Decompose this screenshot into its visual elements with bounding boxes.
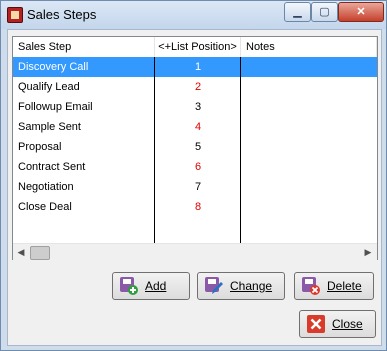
sales-step-cell: Sample Sent — [18, 121, 81, 133]
delete-button[interactable]: Delete — [294, 272, 374, 300]
minimize-icon: ▁ — [293, 6, 302, 18]
sales-step-cell: Followup Email — [18, 101, 93, 113]
sales-step-cell: Qualify Lead — [18, 81, 80, 93]
list-position-cell: 5 — [194, 141, 202, 153]
minimize-button[interactable]: ▁ — [284, 2, 311, 22]
list-item[interactable]: Negotiation 7 — [13, 177, 377, 197]
scroll-thumb[interactable] — [30, 246, 50, 260]
app-icon — [7, 7, 23, 23]
sales-steps-list[interactable]: Sales Step <+List Position> Notes Discov… — [12, 36, 378, 260]
list-position-cell: 4 — [194, 121, 202, 133]
scroll-right-icon[interactable]: ▶ — [362, 246, 374, 258]
column-divider — [154, 57, 155, 243]
list-position-cell: 8 — [194, 201, 202, 213]
list-item[interactable]: Followup Email 3 — [13, 97, 377, 117]
plus-icon — [120, 277, 138, 295]
column-header-sales-step[interactable]: Sales Step — [13, 37, 155, 57]
maximize-button[interactable]: ▢ — [311, 2, 338, 22]
list-item[interactable]: Qualify Lead 2 — [13, 77, 377, 97]
x-icon — [302, 277, 320, 295]
close-window-button[interactable]: ✕ — [338, 2, 384, 22]
close-button-label: Close — [332, 317, 363, 331]
dialog-body: Sales Step <+List Position> Notes Discov… — [7, 29, 382, 346]
list-position-cell: 1 — [194, 61, 202, 73]
sales-step-cell: Negotiation — [18, 181, 74, 193]
sales-step-cell: Discovery Call — [18, 61, 89, 73]
list-item[interactable]: Contract Sent 6 — [13, 157, 377, 177]
list-position-cell: 3 — [194, 101, 202, 113]
sales-step-cell: Contract Sent — [18, 161, 86, 173]
delete-button-label: Delete — [327, 279, 362, 293]
list-header: Sales Step <+List Position> Notes — [13, 37, 377, 58]
change-button[interactable]: Change — [197, 272, 285, 300]
column-divider — [240, 57, 241, 243]
sales-steps-window: Sales Steps ▁ ▢ ✕ Sales Step <+List Posi… — [0, 0, 387, 351]
close-x-icon — [307, 315, 325, 333]
title-bar: Sales Steps ▁ ▢ ✕ — [1, 1, 386, 29]
change-button-label: Change — [230, 279, 273, 293]
sales-step-cell: Proposal — [18, 141, 62, 153]
sales-step-cell: Close Deal — [18, 201, 72, 213]
list-item[interactable]: Sample Sent 4 — [13, 117, 377, 137]
close-icon: ✕ — [356, 6, 366, 18]
list-position-cell: 6 — [194, 161, 202, 173]
list-item[interactable]: Discovery Call 1 — [13, 57, 377, 77]
list-position-cell: 2 — [194, 81, 202, 93]
list-item[interactable]: Proposal 5 — [13, 137, 377, 157]
add-button-label: Add — [145, 279, 167, 293]
maximize-icon: ▢ — [319, 6, 330, 18]
column-header-notes[interactable]: Notes — [241, 37, 377, 57]
column-header-list-position[interactable]: <+List Position> — [155, 37, 241, 57]
pencil-icon — [205, 277, 223, 294]
scroll-left-icon[interactable]: ◀ — [15, 246, 27, 258]
window-title: Sales Steps — [27, 7, 97, 22]
horizontal-scrollbar[interactable]: ◀ ▶ — [13, 243, 377, 260]
list-position-cell: 7 — [194, 181, 202, 193]
list-item[interactable]: Close Deal 8 — [13, 197, 377, 217]
close-button[interactable]: Close — [299, 310, 376, 338]
add-button[interactable]: Add — [112, 272, 190, 300]
